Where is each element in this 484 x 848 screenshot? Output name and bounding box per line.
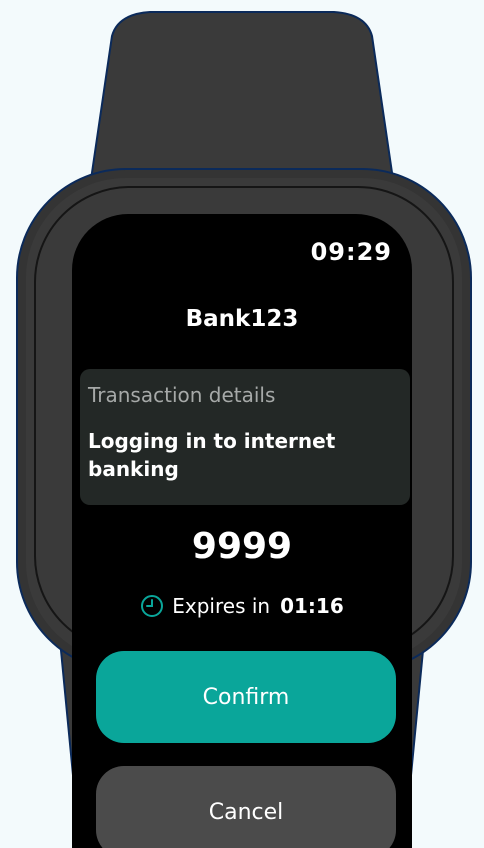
expiry-countdown: 01:16 [280,594,344,618]
expiry-row: Expires in 01:16 [72,594,412,618]
transaction-description: Logging in to internet banking [88,429,336,481]
status-time: 09:29 [310,238,392,266]
cancel-button[interactable]: Cancel [96,766,396,848]
app-title: Bank123 [185,306,299,332]
clock-icon [140,594,164,618]
transaction-details-card: Transaction details Logging in to intern… [80,369,410,505]
confirm-button[interactable]: Confirm [96,651,396,743]
watch-mockup: 09:29 Bank123 Transaction details Loggin… [0,0,484,848]
transaction-details-label: Transaction details [88,383,276,407]
expiry-label: Expires in [172,594,271,618]
watch-screen: 09:29 Bank123 Transaction details Loggin… [72,214,412,848]
verification-code: 9999 [191,526,293,567]
